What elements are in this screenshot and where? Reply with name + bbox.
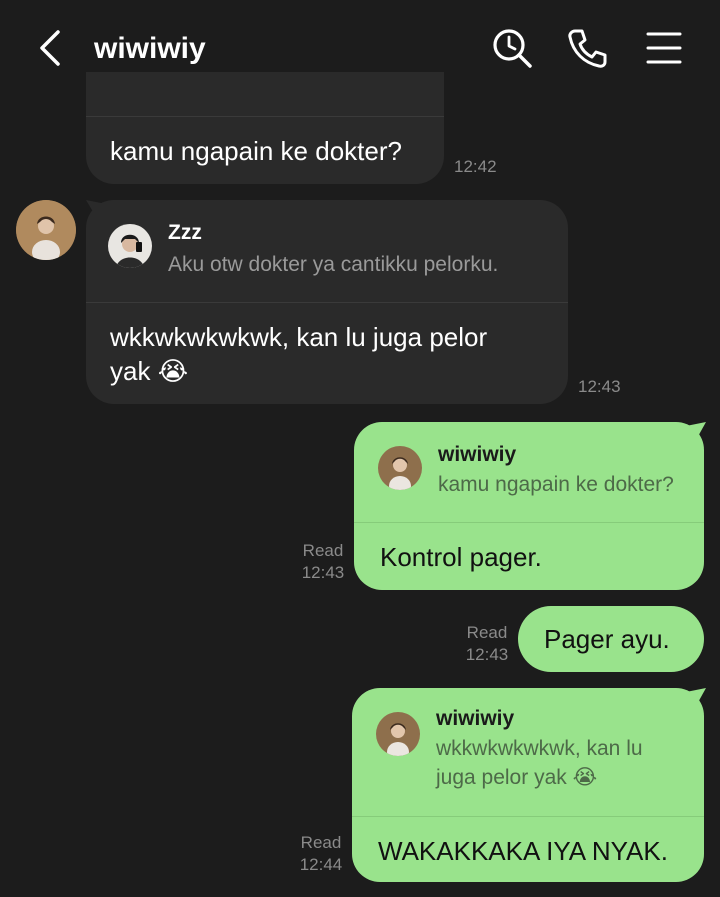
reply-avatar [108,224,152,268]
bubble-tail [686,688,706,706]
message-text: wkkwkwkwkwk, kan lu juga pelor yak 😭 [110,320,487,388]
back-icon[interactable] [32,28,70,68]
reply-preview-text: Aku otw dokter ya cantikku pelorku. [168,253,499,276]
reply-divider [354,522,704,523]
search-icon[interactable] [490,26,534,70]
reply-sender-name: wiwiwiy [436,707,515,730]
message-text: Pager ayu. [544,624,670,654]
reply-divider [86,116,444,117]
menu-icon[interactable] [642,26,686,70]
contact-avatar[interactable] [16,200,76,260]
read-status: Read [302,541,344,560]
reply-preview-line: juga pelor yak 😭 [436,763,643,792]
message-text: WAKAKKAKA IYA NYAK. [378,836,668,866]
message-text: kamu ngapain ke dokter? [110,136,402,166]
reply-preview-text: kamu ngapain ke dokter? [438,473,674,496]
bubble-tail [686,422,706,440]
reply-divider [352,816,704,817]
message-time: 12:44 [299,855,343,874]
message-time: 12:43 [301,563,345,582]
message-bubble-outgoing[interactable]: wiwiwiy kamu ngapain ke dokter? Kontrol … [354,422,704,590]
chat-title[interactable]: wiwiwiy [94,30,206,68]
reply-divider [86,302,568,303]
crying-emoji: 😭 [572,766,598,789]
message-status-read: Read 12:43 [300,540,346,584]
message-status-read: Read 12:44 [298,832,344,876]
reply-avatar [376,712,420,756]
message-time: 12:42 [454,157,497,176]
message-text-word: yak [110,356,151,386]
message-text-line: yak 😭 [110,354,487,388]
message-bubble-incoming[interactable]: Zzz Aku otw dokter ya cantikku pelorku. … [86,200,568,404]
message-bubble-outgoing[interactable]: wiwiwiy wkkwkwkwkwk, kan lu juga pelor y… [352,688,704,882]
reply-sender-name: wiwiwiy [438,443,517,466]
read-status: Read [300,833,342,852]
message-text: Kontrol pager. [380,542,542,572]
phone-icon[interactable] [566,26,610,70]
message-time: 12:43 [465,645,509,664]
read-status: Read [466,623,508,642]
message-status-read: Read 12:43 [464,622,510,666]
crying-emoji: 😭 [157,356,189,386]
reply-preview-text: wkkwkwkwkwk, kan lu juga pelor yak 😭 [436,734,643,792]
reply-avatar [378,446,422,490]
reply-sender-name: Zzz [168,221,202,244]
message-bubble-outgoing[interactable]: Pager ayu. [518,606,704,672]
reply-preview-line: wkkwkwkwkwk, kan lu [436,737,643,760]
message-bubble-incoming[interactable]: kamu ngapain ke dokter? [86,72,444,184]
message-text-line: wkkwkwkwkwk, kan lu juga pelor [110,322,488,352]
message-time: 12:43 [578,377,621,396]
reply-preview-word: juga pelor yak [436,766,567,789]
